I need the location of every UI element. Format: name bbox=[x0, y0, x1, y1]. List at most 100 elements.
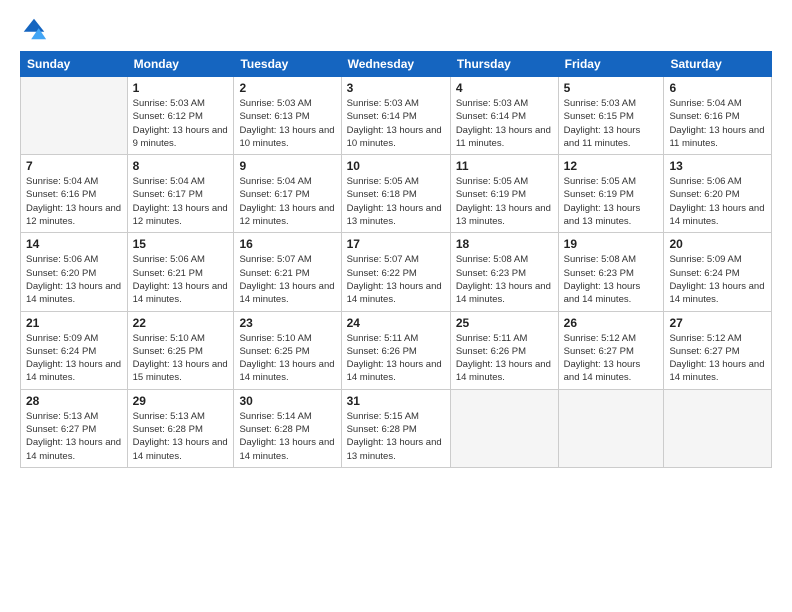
sunset-text: Sunset: 6:26 PM bbox=[347, 345, 445, 358]
daylight-text: Daylight: 13 hours and 11 minutes. bbox=[669, 124, 766, 151]
sunset-text: Sunset: 6:12 PM bbox=[133, 110, 229, 123]
daylight-text: Daylight: 13 hours and 11 minutes. bbox=[564, 124, 659, 151]
sunset-text: Sunset: 6:17 PM bbox=[133, 188, 229, 201]
day-number: 26 bbox=[564, 316, 659, 330]
day-info: Sunrise: 5:08 AM Sunset: 6:23 PM Dayligh… bbox=[564, 253, 659, 306]
day-info: Sunrise: 5:07 AM Sunset: 6:22 PM Dayligh… bbox=[347, 253, 445, 306]
calendar-day-cell: 28 Sunrise: 5:13 AM Sunset: 6:27 PM Dayl… bbox=[21, 389, 128, 467]
day-number: 27 bbox=[669, 316, 766, 330]
day-info: Sunrise: 5:10 AM Sunset: 6:25 PM Dayligh… bbox=[239, 332, 335, 385]
sunrise-text: Sunrise: 5:03 AM bbox=[564, 97, 659, 110]
calendar-day-cell bbox=[558, 389, 664, 467]
weekday-header-wednesday: Wednesday bbox=[341, 52, 450, 77]
sunrise-text: Sunrise: 5:05 AM bbox=[564, 175, 659, 188]
calendar-day-cell: 29 Sunrise: 5:13 AM Sunset: 6:28 PM Dayl… bbox=[127, 389, 234, 467]
sunrise-text: Sunrise: 5:06 AM bbox=[669, 175, 766, 188]
sunrise-text: Sunrise: 5:05 AM bbox=[456, 175, 553, 188]
day-info: Sunrise: 5:03 AM Sunset: 6:14 PM Dayligh… bbox=[456, 97, 553, 150]
calendar-day-cell: 17 Sunrise: 5:07 AM Sunset: 6:22 PM Dayl… bbox=[341, 233, 450, 311]
daylight-text: Daylight: 13 hours and 14 minutes. bbox=[26, 436, 122, 463]
sunset-text: Sunset: 6:13 PM bbox=[239, 110, 335, 123]
weekday-header-thursday: Thursday bbox=[450, 52, 558, 77]
day-info: Sunrise: 5:03 AM Sunset: 6:15 PM Dayligh… bbox=[564, 97, 659, 150]
calendar-day-cell: 22 Sunrise: 5:10 AM Sunset: 6:25 PM Dayl… bbox=[127, 311, 234, 389]
sunset-text: Sunset: 6:15 PM bbox=[564, 110, 659, 123]
sunrise-text: Sunrise: 5:05 AM bbox=[347, 175, 445, 188]
sunset-text: Sunset: 6:23 PM bbox=[564, 267, 659, 280]
day-info: Sunrise: 5:15 AM Sunset: 6:28 PM Dayligh… bbox=[347, 410, 445, 463]
calendar-day-cell: 13 Sunrise: 5:06 AM Sunset: 6:20 PM Dayl… bbox=[664, 155, 772, 233]
calendar-day-cell bbox=[21, 77, 128, 155]
sunset-text: Sunset: 6:20 PM bbox=[26, 267, 122, 280]
day-info: Sunrise: 5:05 AM Sunset: 6:18 PM Dayligh… bbox=[347, 175, 445, 228]
sunset-text: Sunset: 6:18 PM bbox=[347, 188, 445, 201]
day-info: Sunrise: 5:08 AM Sunset: 6:23 PM Dayligh… bbox=[456, 253, 553, 306]
day-info: Sunrise: 5:06 AM Sunset: 6:20 PM Dayligh… bbox=[26, 253, 122, 306]
daylight-text: Daylight: 13 hours and 14 minutes. bbox=[347, 280, 445, 307]
calendar-table: SundayMondayTuesdayWednesdayThursdayFrid… bbox=[20, 51, 772, 468]
calendar-day-cell: 1 Sunrise: 5:03 AM Sunset: 6:12 PM Dayli… bbox=[127, 77, 234, 155]
calendar-day-cell: 8 Sunrise: 5:04 AM Sunset: 6:17 PM Dayli… bbox=[127, 155, 234, 233]
day-info: Sunrise: 5:06 AM Sunset: 6:21 PM Dayligh… bbox=[133, 253, 229, 306]
sunset-text: Sunset: 6:16 PM bbox=[26, 188, 122, 201]
daylight-text: Daylight: 13 hours and 14 minutes. bbox=[133, 436, 229, 463]
sunset-text: Sunset: 6:19 PM bbox=[456, 188, 553, 201]
day-number: 19 bbox=[564, 237, 659, 251]
day-info: Sunrise: 5:06 AM Sunset: 6:20 PM Dayligh… bbox=[669, 175, 766, 228]
sunset-text: Sunset: 6:27 PM bbox=[564, 345, 659, 358]
calendar-day-cell: 16 Sunrise: 5:07 AM Sunset: 6:21 PM Dayl… bbox=[234, 233, 341, 311]
sunset-text: Sunset: 6:23 PM bbox=[456, 267, 553, 280]
calendar-day-cell: 5 Sunrise: 5:03 AM Sunset: 6:15 PM Dayli… bbox=[558, 77, 664, 155]
calendar-day-cell: 31 Sunrise: 5:15 AM Sunset: 6:28 PM Dayl… bbox=[341, 389, 450, 467]
sunset-text: Sunset: 6:24 PM bbox=[26, 345, 122, 358]
calendar-day-cell: 4 Sunrise: 5:03 AM Sunset: 6:14 PM Dayli… bbox=[450, 77, 558, 155]
calendar-day-cell: 2 Sunrise: 5:03 AM Sunset: 6:13 PM Dayli… bbox=[234, 77, 341, 155]
day-number: 14 bbox=[26, 237, 122, 251]
logo bbox=[20, 15, 52, 43]
day-number: 22 bbox=[133, 316, 229, 330]
calendar-day-cell: 25 Sunrise: 5:11 AM Sunset: 6:26 PM Dayl… bbox=[450, 311, 558, 389]
daylight-text: Daylight: 13 hours and 14 minutes. bbox=[456, 280, 553, 307]
calendar-day-cell: 10 Sunrise: 5:05 AM Sunset: 6:18 PM Dayl… bbox=[341, 155, 450, 233]
day-number: 3 bbox=[347, 81, 445, 95]
calendar-day-cell: 18 Sunrise: 5:08 AM Sunset: 6:23 PM Dayl… bbox=[450, 233, 558, 311]
day-number: 21 bbox=[26, 316, 122, 330]
sunset-text: Sunset: 6:27 PM bbox=[26, 423, 122, 436]
calendar-day-cell: 24 Sunrise: 5:11 AM Sunset: 6:26 PM Dayl… bbox=[341, 311, 450, 389]
day-number: 15 bbox=[133, 237, 229, 251]
day-number: 25 bbox=[456, 316, 553, 330]
calendar-day-cell: 14 Sunrise: 5:06 AM Sunset: 6:20 PM Dayl… bbox=[21, 233, 128, 311]
daylight-text: Daylight: 13 hours and 13 minutes. bbox=[456, 202, 553, 229]
day-number: 2 bbox=[239, 81, 335, 95]
sunrise-text: Sunrise: 5:03 AM bbox=[456, 97, 553, 110]
day-number: 8 bbox=[133, 159, 229, 173]
sunrise-text: Sunrise: 5:03 AM bbox=[347, 97, 445, 110]
sunrise-text: Sunrise: 5:12 AM bbox=[669, 332, 766, 345]
weekday-header-row: SundayMondayTuesdayWednesdayThursdayFrid… bbox=[21, 52, 772, 77]
day-number: 4 bbox=[456, 81, 553, 95]
calendar-day-cell: 9 Sunrise: 5:04 AM Sunset: 6:17 PM Dayli… bbox=[234, 155, 341, 233]
day-info: Sunrise: 5:13 AM Sunset: 6:28 PM Dayligh… bbox=[133, 410, 229, 463]
day-info: Sunrise: 5:11 AM Sunset: 6:26 PM Dayligh… bbox=[347, 332, 445, 385]
sunrise-text: Sunrise: 5:07 AM bbox=[347, 253, 445, 266]
day-number: 7 bbox=[26, 159, 122, 173]
day-number: 30 bbox=[239, 394, 335, 408]
day-number: 29 bbox=[133, 394, 229, 408]
sunrise-text: Sunrise: 5:04 AM bbox=[133, 175, 229, 188]
calendar-week-row: 21 Sunrise: 5:09 AM Sunset: 6:24 PM Dayl… bbox=[21, 311, 772, 389]
day-number: 23 bbox=[239, 316, 335, 330]
day-number: 20 bbox=[669, 237, 766, 251]
day-info: Sunrise: 5:12 AM Sunset: 6:27 PM Dayligh… bbox=[669, 332, 766, 385]
daylight-text: Daylight: 13 hours and 12 minutes. bbox=[239, 202, 335, 229]
sunrise-text: Sunrise: 5:08 AM bbox=[564, 253, 659, 266]
daylight-text: Daylight: 13 hours and 14 minutes. bbox=[26, 280, 122, 307]
day-info: Sunrise: 5:14 AM Sunset: 6:28 PM Dayligh… bbox=[239, 410, 335, 463]
daylight-text: Daylight: 13 hours and 14 minutes. bbox=[239, 358, 335, 385]
calendar-day-cell: 21 Sunrise: 5:09 AM Sunset: 6:24 PM Dayl… bbox=[21, 311, 128, 389]
daylight-text: Daylight: 13 hours and 14 minutes. bbox=[239, 436, 335, 463]
calendar-week-row: 28 Sunrise: 5:13 AM Sunset: 6:27 PM Dayl… bbox=[21, 389, 772, 467]
sunset-text: Sunset: 6:28 PM bbox=[133, 423, 229, 436]
day-info: Sunrise: 5:05 AM Sunset: 6:19 PM Dayligh… bbox=[456, 175, 553, 228]
daylight-text: Daylight: 13 hours and 14 minutes. bbox=[456, 358, 553, 385]
day-info: Sunrise: 5:12 AM Sunset: 6:27 PM Dayligh… bbox=[564, 332, 659, 385]
